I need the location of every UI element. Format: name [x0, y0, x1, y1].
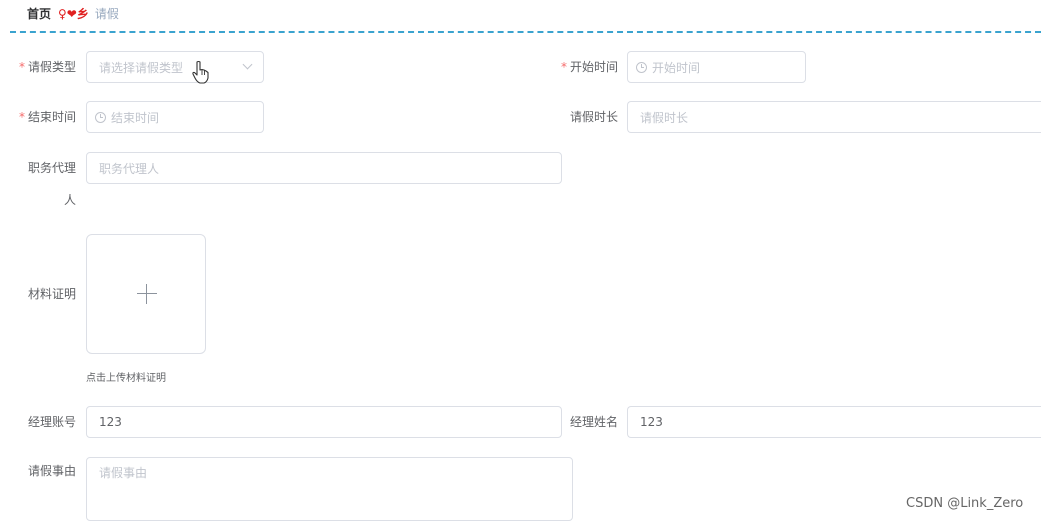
manager-account-input[interactable]: 123: [86, 406, 562, 438]
end-time-placeholder: 结束时间: [111, 110, 160, 125]
leave-type-label: * 请假类型: [18, 60, 76, 74]
duration-placeholder: 请假时长: [640, 110, 689, 125]
watermark: CSDN @Link_Zero: [906, 496, 1024, 511]
chevron-down-icon: [242, 59, 253, 70]
end-time-label: * 结束时间: [18, 110, 76, 124]
required-mark: *: [560, 60, 567, 74]
header-divider: [10, 31, 1041, 33]
reason-placeholder: 请假事由: [99, 466, 148, 480]
hand-cursor-icon: [192, 60, 209, 84]
manager-account-value: 123: [99, 415, 122, 429]
manager-account-label: 经理账号: [27, 415, 76, 429]
manager-name-input[interactable]: 123: [627, 406, 1041, 438]
start-time-placeholder: 开始时间: [652, 60, 701, 75]
manager-name-label: 经理姓名: [569, 415, 618, 429]
breadcrumb-current: 请假: [94, 7, 119, 21]
manager-name-value: 123: [640, 415, 663, 429]
clock-icon: [636, 61, 647, 73]
clock-icon: [95, 111, 106, 123]
start-time-picker[interactable]: 开始时间: [627, 51, 806, 83]
duration-input[interactable]: 请假时长: [627, 101, 1041, 133]
start-time-label: * 开始时间: [560, 60, 618, 74]
breadcrumb-home[interactable]: 首页: [27, 7, 51, 21]
material-label: 材料证明: [27, 287, 76, 301]
required-mark: *: [18, 110, 25, 124]
leave-type-placeholder: 请选择请假类型: [99, 60, 184, 75]
breadcrumb: 首页 ♀❤乡 请假: [27, 5, 119, 21]
agent-label: 职务代理 人: [27, 161, 76, 207]
material-upload-box[interactable]: [86, 234, 206, 354]
reason-label: 请假事由: [27, 464, 76, 478]
reason-textarea[interactable]: 请假事由: [86, 457, 573, 521]
upload-tip: 点击上传材料证明: [86, 373, 166, 384]
duration-label: 请假时长: [569, 110, 618, 124]
agent-input[interactable]: 职务代理人: [86, 152, 562, 184]
breadcrumb-separator: ♀❤乡: [58, 7, 89, 21]
required-mark: *: [18, 60, 25, 74]
end-time-picker[interactable]: 结束时间: [86, 101, 264, 133]
leave-type-select[interactable]: 请选择请假类型: [86, 51, 264, 83]
agent-placeholder: 职务代理人: [99, 161, 160, 176]
